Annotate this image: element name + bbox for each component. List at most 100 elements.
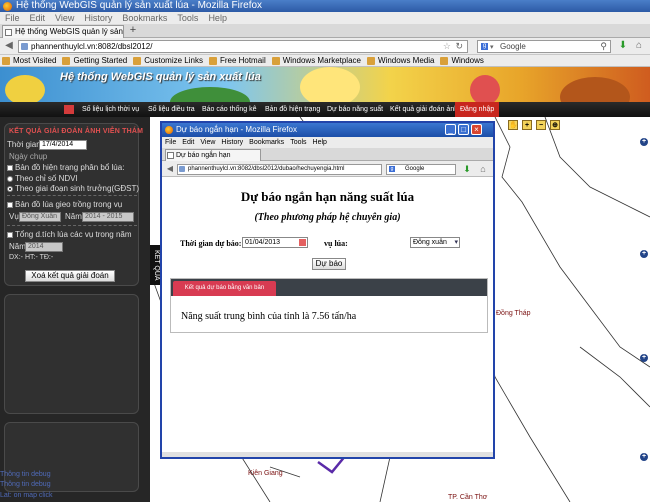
ndvi-radio[interactable]: Theo chỉ số NDVI	[7, 174, 78, 183]
popup-menu-bar: File Edit View History Bookmarks Tools Help	[162, 137, 493, 148]
expand-icon[interactable]: +	[640, 453, 648, 461]
zoom-in-icon[interactable]: +	[522, 120, 532, 130]
popup-tab-bar: Dự báo ngắn hạn	[162, 148, 493, 161]
menu-help[interactable]: Help	[310, 137, 330, 148]
menu-edit[interactable]: Edit	[179, 137, 197, 148]
popup-title-bar: Dự báo ngắn hạn - Mozilla Firefox _ □ ×	[162, 123, 493, 137]
bookmark-getting-started[interactable]: Getting Started	[60, 55, 131, 67]
popup-content: Dự báo ngắn hạn năng suất lúa (Theo phươ…	[162, 177, 493, 452]
main-tab-bar: Hệ thống WebGIS quản lý sản xuất lúa +	[0, 24, 650, 38]
bookmark-windows-marketplace[interactable]: Windows Marketplace	[270, 55, 365, 67]
nav-item-statistics[interactable]: Báo cáo thống kê	[202, 102, 257, 117]
crop-select[interactable]: Đông xuân ▾	[410, 237, 460, 248]
main-tab-label: Hệ thống WebGIS quản lý sản xuất lúa	[15, 27, 123, 36]
growth-stage-radio[interactable]: Theo giai đoạn sinh trưởng(GĐST)	[7, 184, 139, 193]
debug-text: Thông tin debug	[0, 471, 51, 478]
menu-view[interactable]: View	[50, 12, 79, 24]
tab-text-result[interactable]: Kết quả dự báo bằng văn bản	[173, 281, 276, 296]
popup-url-text: phannenthuylcl.vn:8082/dbsl2012/dubao/he…	[188, 166, 345, 172]
checkbox[interactable]	[7, 164, 13, 171]
forecast-date-input[interactable]: 01/04/2013	[242, 237, 308, 248]
search-icon[interactable]: ⚲	[600, 41, 607, 52]
main-url-bar[interactable]: phannenthuylcl.vn:8082/dbsl2012/ ☆ ↻	[18, 40, 468, 53]
bookmark-customize-links[interactable]: Customize Links	[131, 55, 207, 67]
download-icon[interactable]: ⬇	[616, 39, 630, 53]
menu-history[interactable]: History	[218, 137, 246, 148]
main-nav-toolbar: ◀ phannenthuylcl.vn:8082/dbsl2012/ ☆ ↻ g…	[0, 38, 650, 55]
menu-file[interactable]: File	[0, 12, 25, 24]
expand-icon[interactable]: +	[640, 250, 648, 258]
popup-search-box[interactable]: g Google	[386, 164, 456, 175]
year-select[interactable]: 2014 - 2015	[82, 212, 134, 222]
image-results-panel: KẾT QUẢ GIẢI ĐOÁN ẢNH VIỄN THÁM Thời gia…	[4, 123, 143, 286]
bookmark-windows[interactable]: Windows	[438, 55, 487, 67]
menu-file[interactable]: File	[162, 137, 179, 148]
menu-edit[interactable]: Edit	[25, 12, 51, 24]
download-icon[interactable]: ⬇	[460, 162, 474, 176]
current-map-checkbox[interactable]: Bản đồ hiện trạng phân bổ lúa:	[7, 163, 124, 172]
checkbox[interactable]	[7, 231, 13, 238]
crop-label: vụ lúa:	[324, 239, 348, 248]
result-text: Năng suất trung bình của tỉnh là 7.56 tấ…	[181, 311, 357, 322]
sowing-map-checkbox[interactable]: Bản đồ lúa gieo trồng trong vụ	[7, 200, 122, 209]
popup-search-placeholder: Google	[405, 166, 425, 172]
expand-icon[interactable]: +	[640, 138, 648, 146]
zoom-extent-icon[interactable]: ⊕	[550, 120, 560, 130]
close-button[interactable]: ×	[471, 124, 482, 135]
menu-view[interactable]: View	[197, 137, 218, 148]
zoom-out-icon[interactable]: −	[536, 120, 546, 130]
home-icon[interactable]: ⌂	[632, 39, 646, 53]
main-search-box[interactable]: g ▾ Google ⚲	[477, 40, 611, 53]
chevron-down-icon: ▾	[454, 239, 458, 246]
date-input[interactable]: 17/4/2014	[39, 140, 87, 150]
site-banner: Hệ thống WebGIS quản lý sản xuất lúa	[0, 67, 650, 102]
nav-item-yield-forecast[interactable]: Dự báo năng suất	[327, 102, 383, 117]
radio[interactable]	[7, 185, 13, 192]
panel-header: KẾT QUẢ GIẢI ĐOÁN ẢNH VIỄN THÁM	[9, 128, 144, 135]
bookmark-most-visited[interactable]: Most Visited	[0, 55, 60, 67]
search-engine-dropdown-icon[interactable]: ▾	[490, 42, 494, 53]
new-tab-button[interactable]: +	[127, 25, 139, 37]
firefox-icon	[3, 2, 12, 11]
popup-url-bar[interactable]: phannenthuylcl.vn:8082/dbsl2012/dubao/he…	[177, 164, 382, 175]
radio[interactable]	[7, 175, 13, 182]
main-tab[interactable]: Hệ thống WebGIS quản lý sản xuất lúa	[2, 25, 124, 38]
page-icon	[5, 29, 12, 36]
forecast-button[interactable]: Dự báo	[312, 258, 346, 270]
bookmark-windows-media[interactable]: Windows Media	[365, 55, 438, 67]
nav-item-crop-calendar[interactable]: Số liệu lịch thời vụ	[82, 102, 139, 117]
map-label-can-tho: TP. Cần Thơ	[448, 494, 488, 501]
nav-item-current-map[interactable]: Bản đồ hiện trạng	[265, 102, 320, 117]
menu-history[interactable]: History	[79, 12, 117, 24]
crop-select[interactable]: Đông Xuân	[19, 212, 61, 222]
menu-help[interactable]: Help	[203, 12, 232, 24]
home-icon[interactable]: ⌂	[476, 162, 490, 176]
nav-item-survey-data[interactable]: Số liệu điều tra	[148, 102, 195, 117]
bookmark-free-hotmail[interactable]: Free Hotmail	[207, 55, 270, 67]
menu-tools[interactable]: Tools	[287, 137, 309, 148]
back-button[interactable]: ◀	[163, 162, 177, 176]
menu-tools[interactable]: Tools	[172, 12, 203, 24]
main-url-text: phannenthuylcl.vn:8082/dbsl2012/	[31, 42, 153, 51]
nav-item-login[interactable]: Đăng nhập	[455, 102, 500, 117]
checkbox[interactable]	[7, 201, 13, 208]
menu-bookmarks[interactable]: Bookmarks	[246, 137, 287, 148]
calendar-icon[interactable]	[299, 239, 306, 246]
year-label: Năm	[65, 212, 82, 221]
minimize-button[interactable]: _	[445, 124, 456, 135]
home-icon[interactable]	[64, 105, 74, 114]
back-button[interactable]: ◀	[2, 39, 16, 53]
menu-bookmarks[interactable]: Bookmarks	[117, 12, 172, 24]
year2-select[interactable]: 2014	[25, 242, 63, 252]
expand-icon[interactable]: +	[640, 354, 648, 362]
total-area-checkbox[interactable]: Tổng d.tích lúa các vụ trong năm	[7, 230, 132, 239]
bookmark-star-icon[interactable]: ☆	[443, 41, 451, 52]
popup-tab[interactable]: Dự báo ngắn hạn	[165, 149, 261, 161]
nav-item-image-results[interactable]: Kết quả giải đoán ảnh	[390, 102, 458, 117]
time-label: Thời gian dự báo:	[180, 239, 242, 248]
clear-results-button[interactable]: Xoá kết quả giải đoán	[25, 270, 115, 282]
maximize-button[interactable]: □	[458, 124, 469, 135]
hand-tool-icon[interactable]: ✋	[508, 120, 518, 130]
map-label-dong-thap: Đồng Tháp	[496, 310, 531, 317]
reload-icon[interactable]: ↻	[455, 41, 463, 52]
